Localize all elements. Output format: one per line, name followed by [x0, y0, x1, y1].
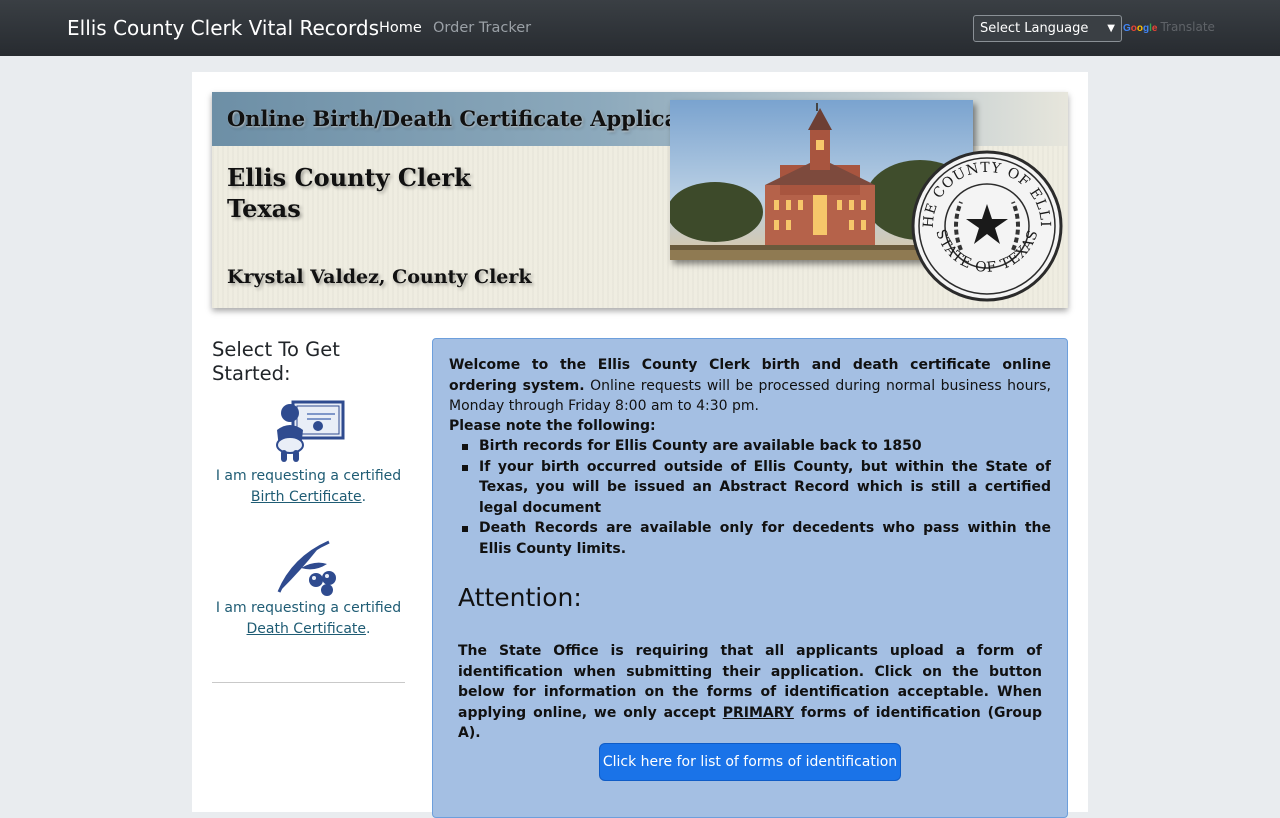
birth-certificate-link[interactable]: Birth Certificate — [251, 489, 362, 505]
attention-heading: Attention: — [458, 583, 582, 612]
chevron-down-icon: ▼ — [1107, 23, 1115, 34]
info-panel: Welcome to the Ellis County Clerk birth … — [432, 338, 1068, 818]
county-seal-image: THE COUNTY OF ELLIS STATE OF TEXAS — [906, 138, 1063, 302]
nav-order-tracker-link[interactable]: Order Tracker — [433, 18, 531, 38]
main-card: Online Birth/Death Certificate Applicati… — [192, 72, 1088, 818]
banner-org-line1: Ellis County Clerk — [227, 163, 471, 192]
language-select[interactable]: Select Language ▼ — [973, 15, 1122, 42]
google-logo: Google — [1123, 23, 1158, 34]
baby-certificate-icon[interactable] — [271, 400, 347, 466]
identification-forms-button[interactable]: Click here for list of forms of identifi… — [599, 743, 901, 781]
header-banner: Online Birth/Death Certificate Applicati… — [212, 92, 1068, 308]
language-select-value: Select Language — [980, 21, 1089, 36]
death-certificate-link[interactable]: Death Certificate — [247, 621, 367, 637]
please-note-label: Please note the following: — [449, 418, 656, 434]
attention-text: The State Office is requiring that all a… — [458, 641, 1042, 744]
nav-home-link[interactable]: Home — [379, 18, 422, 38]
notes-list: Birth records for Ellis County are avail… — [449, 436, 1051, 559]
birth-option-text: I am requesting a certified Birth Certif… — [212, 466, 405, 507]
birth-option-prefix: I am requesting a certified — [215, 468, 402, 484]
welcome-text: Welcome to the Ellis County Clerk birth … — [449, 355, 1051, 417]
list-item: Birth records for Ellis County are avail… — [449, 436, 1051, 457]
death-option-suffix: . — [366, 620, 371, 637]
death-option-prefix: I am requesting a certified — [215, 600, 402, 616]
olive-branch-icon[interactable] — [271, 538, 347, 598]
banner-org-line2: Texas — [227, 194, 301, 223]
translate-label: Translate — [1160, 20, 1215, 34]
site-brand[interactable]: Ellis County Clerk Vital Records — [67, 14, 379, 42]
google-translate-widget[interactable]: Google Translate — [1123, 20, 1215, 36]
birth-option-suffix: . — [361, 488, 367, 505]
banner-clerk-name: Krystal Valdez, County Clerk — [227, 266, 532, 288]
death-option-text: I am requesting a certified Death Certif… — [212, 598, 405, 639]
list-item: Death Records are available only for dec… — [449, 518, 1051, 559]
banner-title: Online Birth/Death Certificate Applicati… — [227, 106, 726, 131]
primary-emphasis: PRIMARY — [722, 704, 794, 721]
birth-certificate-option[interactable]: I am requesting a certified Birth Certif… — [212, 400, 405, 507]
banner-org-name: Ellis County Clerk Texas — [227, 162, 471, 224]
get-started-heading: Select To Get Started: — [212, 338, 340, 385]
death-certificate-option[interactable]: I am requesting a certified Death Certif… — [212, 538, 405, 639]
top-navbar: Ellis County Clerk Vital Records Home Or… — [0, 0, 1280, 56]
sidebar-divider — [212, 682, 405, 683]
list-item: If your birth occurred outside of Ellis … — [449, 457, 1051, 519]
